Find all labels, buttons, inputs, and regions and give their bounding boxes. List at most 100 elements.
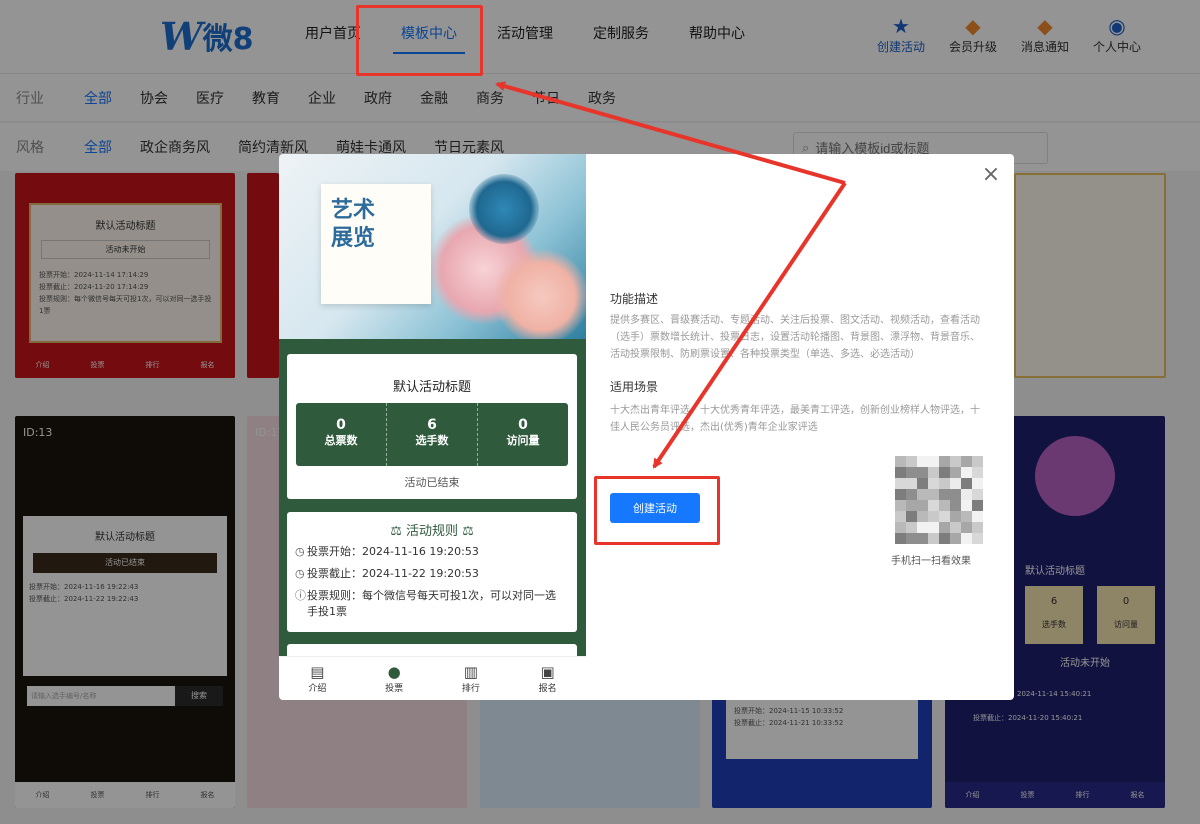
qr-cell: [906, 500, 917, 511]
qr-cell: [961, 511, 972, 522]
qr-cell: [939, 467, 950, 478]
preview-tab-label: 投票: [385, 684, 404, 694]
qr-cell: [972, 500, 983, 511]
qr-cell: [895, 467, 906, 478]
qr-cell: [972, 467, 983, 478]
qr-cell: [972, 522, 983, 533]
qr-cell: [961, 522, 972, 533]
feature-text: 提供多赛区、晋级赛活动、专题活动、关注后投票、图文活动、视频活动，查看活动（选手…: [610, 315, 980, 360]
document-icon: ▤: [310, 663, 325, 681]
close-icon[interactable]: ×: [980, 164, 1002, 186]
clock-icon: ◷: [295, 567, 305, 580]
preview-tabbar: ▤ 介绍 ● 投票 ▥ 排行 ▣ 报名: [279, 656, 586, 700]
qr-cell: [906, 456, 917, 467]
poster-title-line1: 艺术: [331, 197, 376, 223]
qr-cell: [906, 511, 917, 522]
rule-text: ⓘ 投票规则：每个微信号每天可投1次，可以对同一选手投1票: [295, 588, 565, 620]
gavel-icon: ⚖: [458, 524, 474, 539]
qr-cell: [950, 533, 961, 544]
qr-cell: [972, 456, 983, 467]
qr-cell: [928, 456, 939, 467]
qr-cell: [950, 478, 961, 489]
template-detail-modal: × 艺术 展览 默认活动标题 0 总票数 6 选手数 0 访问量 活动已结束 ⚖…: [279, 154, 1014, 700]
qr-cell: [939, 489, 950, 500]
stat-visits: 0 访问量: [478, 403, 568, 466]
stat-label: 访问量: [506, 434, 540, 447]
qr-cell: [939, 522, 950, 533]
scene-text: 十大杰出青年评选、十大优秀青年评选，最美青工评选，创新创业榜样人物评选，十佳人民…: [610, 405, 980, 433]
qr-cell: [939, 500, 950, 511]
clock-icon: ◷: [295, 545, 305, 558]
rule-start-text: 投票开始：2024-11-16 19:20:53: [307, 545, 479, 558]
qr-cell: [928, 511, 939, 522]
preview-tab-signup[interactable]: ▣ 报名: [509, 657, 586, 700]
qr-cell: [939, 533, 950, 544]
create-activity-button[interactable]: 创建活动: [610, 493, 700, 523]
preview-tab-vote[interactable]: ● 投票: [356, 657, 433, 700]
qr-cell: [972, 533, 983, 544]
qr-cell: [895, 456, 906, 467]
preview-stats: 0 总票数 6 选手数 0 访问量: [296, 403, 568, 466]
qr-cell: [906, 489, 917, 500]
exhibition-poster: 艺术 展览: [321, 184, 431, 304]
qr-cell: [895, 522, 906, 533]
qr-cell: [917, 500, 928, 511]
qr-cell: [917, 467, 928, 478]
qr-cell: [972, 511, 983, 522]
preview-summary-card: 默认活动标题 0 总票数 6 选手数 0 访问量 活动已结束: [287, 354, 577, 499]
stat-total-votes: 0 总票数: [296, 403, 387, 466]
qr-cell: [939, 456, 950, 467]
qr-cell: [917, 456, 928, 467]
preview-tab-label: 介绍: [308, 684, 327, 694]
preview-tab-intro[interactable]: ▤ 介绍: [279, 657, 356, 700]
qr-cell: [895, 511, 906, 522]
qr-cell: [961, 489, 972, 500]
preview-rules-card: ⚖ 活动规则 ⚖ ◷ 投票开始：2024-11-16 19:20:53 ◷ 投票截止…: [287, 512, 577, 632]
rule-text-content: 投票规则：每个微信号每天可投1次，可以对同一选手投1票: [307, 589, 556, 618]
qr-code: [895, 456, 983, 544]
stat-label: 选手数: [415, 434, 449, 447]
stat-label: 总票数: [324, 434, 358, 447]
qr-cell: [950, 489, 961, 500]
qr-cell: [928, 489, 939, 500]
bar-chart-icon: ▥: [463, 663, 478, 681]
qr-cell: [950, 511, 961, 522]
qr-cell: [895, 489, 906, 500]
preview-banner: 艺术 展览: [279, 154, 586, 339]
qr-cell: [917, 478, 928, 489]
qr-cell: [917, 522, 928, 533]
qr-caption: 手机扫一扫看效果: [891, 556, 971, 567]
rules-title-text: 活动规则: [405, 524, 458, 539]
preview-tab-label: 排行: [461, 684, 480, 694]
qr-cell: [928, 478, 939, 489]
stat-contestants: 6 选手数: [387, 403, 478, 466]
qr-cell: [895, 500, 906, 511]
info-icon: ⓘ: [295, 589, 306, 602]
rule-end-text: 投票截止：2024-11-22 19:20:53: [307, 567, 479, 580]
gavel-icon: ⚖: [390, 524, 406, 539]
qr-cell: [928, 467, 939, 478]
qr-cell: [961, 456, 972, 467]
qr-cell: [939, 478, 950, 489]
qr-cell: [928, 533, 939, 544]
qr-cell: [895, 533, 906, 544]
qr-cell: [950, 467, 961, 478]
scene-title: 适用场景: [610, 380, 659, 394]
feature-title: 功能描述: [610, 292, 659, 306]
flower-decoration: [494, 249, 586, 339]
qr-cell: [939, 511, 950, 522]
rules-title: ⚖ 活动规则 ⚖: [287, 520, 577, 539]
qr-cell: [972, 478, 983, 489]
poster-title: 艺术 展览: [331, 196, 375, 252]
qr-cell: [961, 500, 972, 511]
qr-cell: [972, 489, 983, 500]
template-preview: 艺术 展览 默认活动标题 0 总票数 6 选手数 0 访问量 活动已结束 ⚖ 活…: [279, 154, 586, 700]
qr-cell: [928, 522, 939, 533]
qr-cell: [961, 533, 972, 544]
stat-value: 0: [518, 417, 528, 433]
qr-cell: [928, 500, 939, 511]
stat-value: 6: [427, 417, 437, 433]
qr-cell: [906, 533, 917, 544]
preview-tab-ranking[interactable]: ▥ 排行: [433, 657, 510, 700]
qr-cell: [950, 456, 961, 467]
